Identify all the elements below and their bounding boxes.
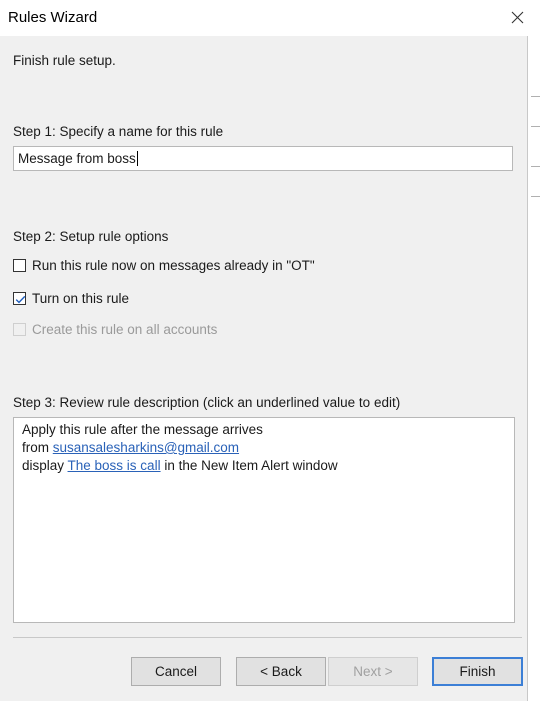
close-icon — [511, 11, 523, 24]
all-accounts-label: Create this rule on all accounts — [32, 321, 218, 337]
step1-label: Step 1: Specify a name for this rule — [13, 124, 224, 139]
description-line-1: Apply this rule after the message arrive… — [22, 421, 514, 439]
all-accounts-checkbox — [13, 322, 26, 336]
instruction-text: Finish rule setup. — [13, 53, 116, 68]
close-button[interactable] — [504, 6, 530, 30]
step2-label: Step 2: Setup rule options — [13, 229, 169, 244]
checkmark-icon — [15, 295, 26, 303]
display-suffix: in the New Item Alert window — [160, 458, 338, 473]
background-window-edge — [527, 36, 540, 701]
rule-name-input[interactable]: Message from boss — [13, 146, 513, 171]
finish-button[interactable]: Finish — [432, 657, 523, 686]
from-address-link[interactable]: susansalesharkins@gmail.com — [53, 440, 239, 455]
rules-wizard-dialog: Rules Wizard Finish rule setup. Step 1: … — [0, 0, 540, 701]
step3-label: Step 3: Review rule description (click a… — [13, 395, 401, 410]
rule-description-box: Apply this rule after the message arrive… — [13, 417, 515, 623]
turn-on-rule-label: Turn on this rule — [32, 290, 130, 306]
option-all-accounts: Create this rule on all accounts — [13, 320, 217, 338]
next-button: Next > — [328, 657, 418, 686]
rule-name-value: Message from boss — [18, 151, 136, 166]
text-caret — [136, 151, 138, 166]
description-line-2: from susansalesharkins@gmail.com — [22, 439, 514, 457]
back-button[interactable]: < Back — [236, 657, 326, 686]
from-prefix: from — [22, 440, 53, 455]
cancel-button[interactable]: Cancel — [131, 657, 221, 686]
button-separator — [13, 637, 522, 638]
alert-text-link[interactable]: The boss is call — [68, 458, 161, 473]
turn-on-rule-checkbox[interactable] — [13, 291, 26, 305]
display-prefix: display — [22, 458, 68, 473]
description-line-3: display The boss is call in the New Item… — [22, 457, 514, 475]
run-now-label: Run this rule now on messages already in… — [32, 257, 315, 273]
title-bar: Rules Wizard — [0, 0, 540, 36]
description-condition-text: Apply this rule after the message arrive… — [22, 422, 263, 437]
option-turn-on-rule[interactable]: Turn on this rule — [13, 289, 129, 307]
window-title: Rules Wizard — [8, 9, 98, 26]
option-run-now[interactable]: Run this rule now on messages already in… — [13, 256, 315, 274]
run-now-checkbox[interactable] — [13, 258, 26, 272]
